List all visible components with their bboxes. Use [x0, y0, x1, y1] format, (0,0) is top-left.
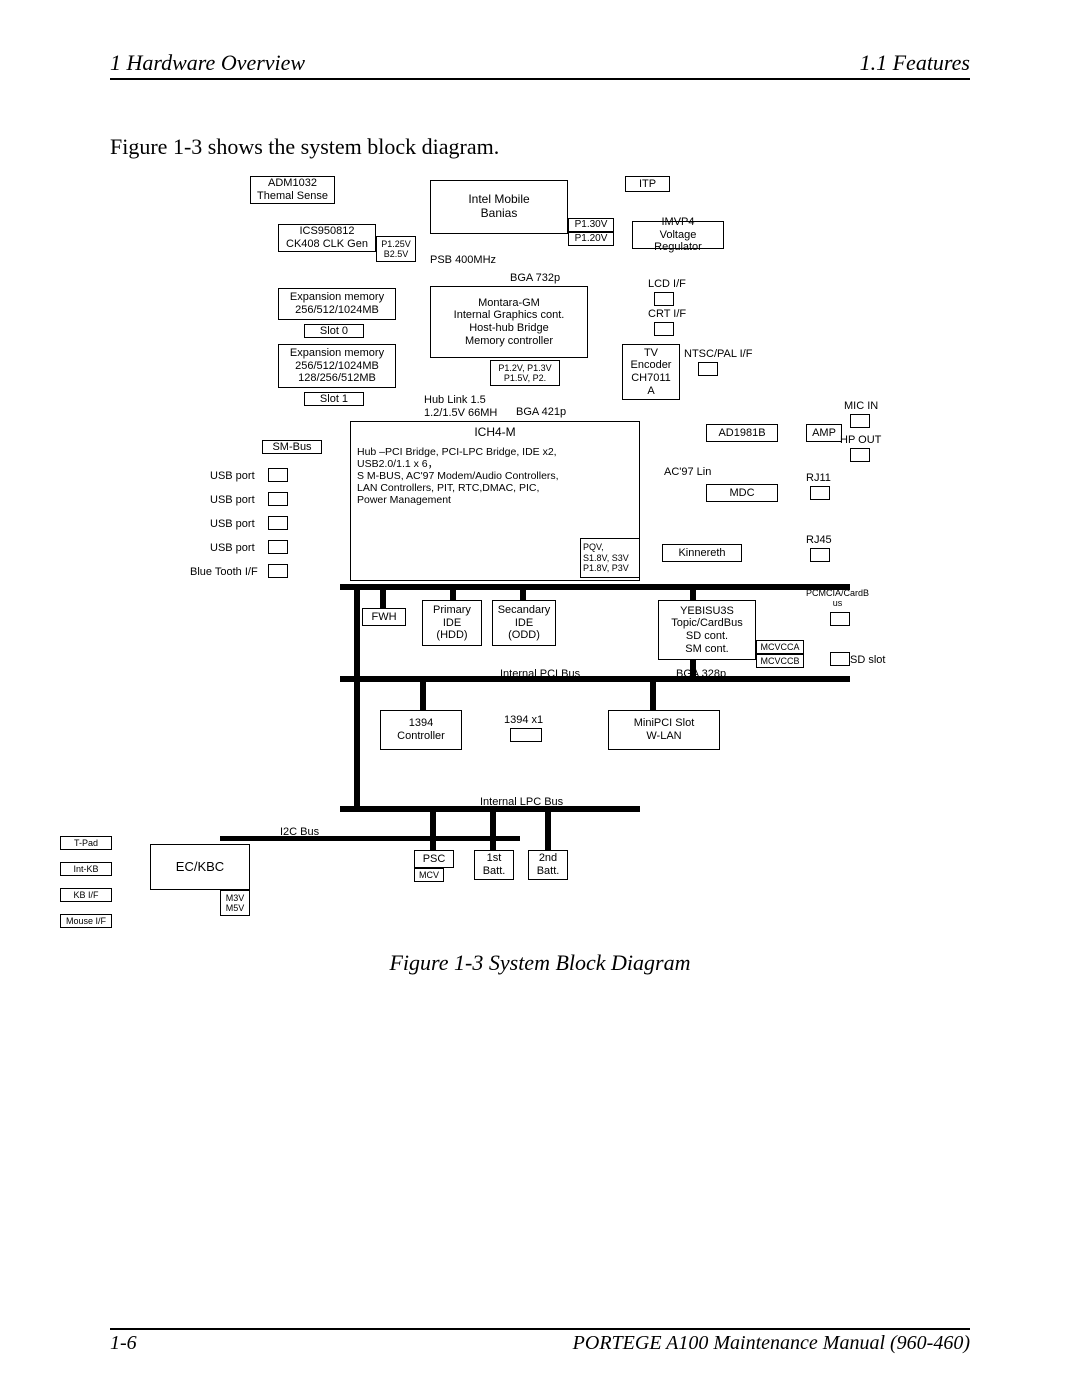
- blk-ec-v: M3V M5V: [220, 890, 250, 916]
- blk-tpad: T-Pad: [60, 836, 112, 850]
- blk-exp1: Expansion memory 256/512/1024MB 128/256/…: [278, 344, 396, 388]
- page-footer: 1-6 PORTEGE A100 Maintenance Manual (960…: [110, 1328, 970, 1355]
- blk-gmch: Montara-GM Internal Graphics cont. Host-…: [430, 286, 588, 358]
- lbl-ich: ICH4-M: [474, 426, 515, 440]
- bus-pci-top: [340, 584, 850, 590]
- blk-eckbc: EC/KBC: [150, 844, 250, 890]
- blk-mini: MiniPCI Slot W-LAN: [608, 710, 720, 750]
- lbl-sdslot: SD slot: [850, 654, 885, 667]
- lbl-bt: Blue Tooth I/F: [190, 566, 258, 579]
- blk-kin: Kinnereth: [662, 544, 742, 562]
- stub-fwh: [380, 590, 386, 610]
- blk-slot0: Slot 0: [304, 324, 364, 338]
- usb3: USB port: [210, 518, 255, 531]
- lbl-rj11: RJ11: [806, 472, 831, 485]
- blk-adm1032: ADM1032 Themal Sense: [250, 176, 335, 204]
- lbl-ac97: AC'97 Lin: [664, 466, 711, 479]
- figure-caption: Figure 1-3 System Block Diagram: [110, 950, 970, 976]
- port-ntsc: [698, 362, 718, 376]
- blk-1394: 1394 Controller: [380, 710, 462, 750]
- blk-mouse: Mouse I/F: [60, 914, 112, 928]
- blk-yeb: YEBISU3S Topic/CardBus SD cont. SM cont.: [658, 600, 756, 660]
- lbl-rj45: RJ45: [806, 534, 832, 547]
- blk-tv: TV Encoder CH7011 A: [622, 344, 680, 400]
- lbl-psb: PSB 400MHz: [430, 254, 496, 267]
- blk-slot1: Slot 1: [304, 392, 364, 406]
- blk-ad1981: AD1981B: [706, 424, 778, 442]
- blk-psc-v: MCV: [414, 868, 444, 882]
- lbl-1394x1: 1394 x1: [504, 714, 543, 727]
- lbl-ntsc: NTSC/PAL I/F: [684, 348, 752, 361]
- block-diagram: ADM1032 Themal Sense ITP Intel Mobile Ba…: [50, 176, 910, 936]
- lbl-mic: MIC IN: [844, 400, 878, 413]
- lbl-bga328: BGA 328p: [676, 668, 726, 681]
- lbl-lcd: LCD I/F: [648, 278, 686, 291]
- port-bt: [268, 564, 288, 578]
- blk-cpu: Intel Mobile Banias: [430, 180, 568, 234]
- port-usb3: [268, 516, 288, 530]
- lbl-bga421: BGA 421p: [516, 406, 566, 419]
- blk-mdc: MDC: [706, 484, 778, 502]
- lbl-lpcbus: Internal LPC Bus: [480, 796, 563, 809]
- port-crt: [654, 322, 674, 336]
- blk-bat2: 2nd Batt.: [528, 850, 568, 880]
- blk-kbif: KB I/F: [60, 888, 112, 902]
- blk-gmch-v: P1.2V, P1.3V P1.5V, P2.: [490, 360, 560, 386]
- port-hp: [850, 448, 870, 462]
- blk-psc: PSC: [414, 850, 454, 868]
- blk-mcvcca: MCVCCA: [756, 640, 804, 654]
- bus-pci: [340, 676, 850, 682]
- header-left: 1 Hardware Overview: [110, 50, 305, 76]
- blk-itp: ITP: [625, 176, 670, 192]
- lbl-pcmcia: PCMCIA/CardB us: [806, 588, 869, 609]
- blk-ich-v: PQV, S1.8V, S3V P1.8V, P3V: [580, 538, 640, 578]
- lbl-hub: Hub Link 1.5 1.2/1.5V 66MH: [424, 394, 497, 419]
- port-pcmcia: [830, 612, 850, 626]
- port-usb4: [268, 540, 288, 554]
- stub-bat1: [490, 812, 496, 852]
- blk-ics: ICS950812 CK408 CLK Gen: [278, 224, 376, 252]
- stub-psc: [430, 812, 436, 852]
- footer-left: 1-6: [110, 1332, 137, 1355]
- blk-smbus: SM-Bus: [262, 440, 322, 454]
- stub-lpc: [354, 584, 360, 812]
- blk-exp0: Expansion memory 256/512/1024MB: [278, 288, 396, 320]
- port-rj45: [810, 548, 830, 562]
- lbl-pcibus: Internal PCI Bus: [500, 668, 580, 681]
- blk-intkb: Int-KB: [60, 862, 112, 876]
- usb1: USB port: [210, 470, 255, 483]
- blk-fwh: FWH: [362, 608, 406, 626]
- port-lcd: [654, 292, 674, 306]
- blk-mcvccb: MCVCCB: [756, 654, 804, 668]
- port-sdslot: [830, 652, 850, 666]
- blk-pide: Primary IDE (HDD): [422, 600, 482, 646]
- stub-bat2: [545, 812, 551, 852]
- page-header: 1 Hardware Overview 1.1 Features: [110, 50, 970, 80]
- lbl-ich-det: Hub –PCI Bridge, PCI-LPC Bridge, IDE x2,…: [357, 446, 559, 506]
- stub-mini: [650, 682, 656, 712]
- blk-amp: AMP: [806, 424, 842, 442]
- lbl-p130: P1.30V: [568, 218, 614, 232]
- usb2: USB port: [210, 494, 255, 507]
- stub-1394: [420, 682, 426, 712]
- blk-bat1: 1st Batt.: [474, 850, 514, 880]
- port-mic: [850, 414, 870, 428]
- footer-right: PORTEGE A100 Maintenance Manual (960-460…: [573, 1332, 970, 1355]
- intro-text: Figure 1-3 shows the system block diagra…: [110, 134, 970, 160]
- port-usb1: [268, 468, 288, 482]
- usb4: USB port: [210, 542, 255, 555]
- blk-side: Secandary IDE (ODD): [492, 600, 556, 646]
- port-rj11: [810, 486, 830, 500]
- lbl-i2c: I2C Bus: [280, 826, 319, 839]
- port-1394: [510, 728, 542, 742]
- blk-ics-v: P1.25V B2.5V: [376, 236, 416, 262]
- port-usb2: [268, 492, 288, 506]
- bus-i2c: [220, 836, 520, 841]
- header-right: 1.1 Features: [860, 50, 970, 76]
- lbl-bga732: BGA 732p: [510, 272, 560, 285]
- lbl-crt: CRT I/F: [648, 308, 686, 321]
- lbl-p120: P1.20V: [568, 232, 614, 246]
- blk-imvp: IMVP4 Voltage Regulator: [632, 221, 724, 249]
- lbl-hp: HP OUT: [840, 434, 881, 447]
